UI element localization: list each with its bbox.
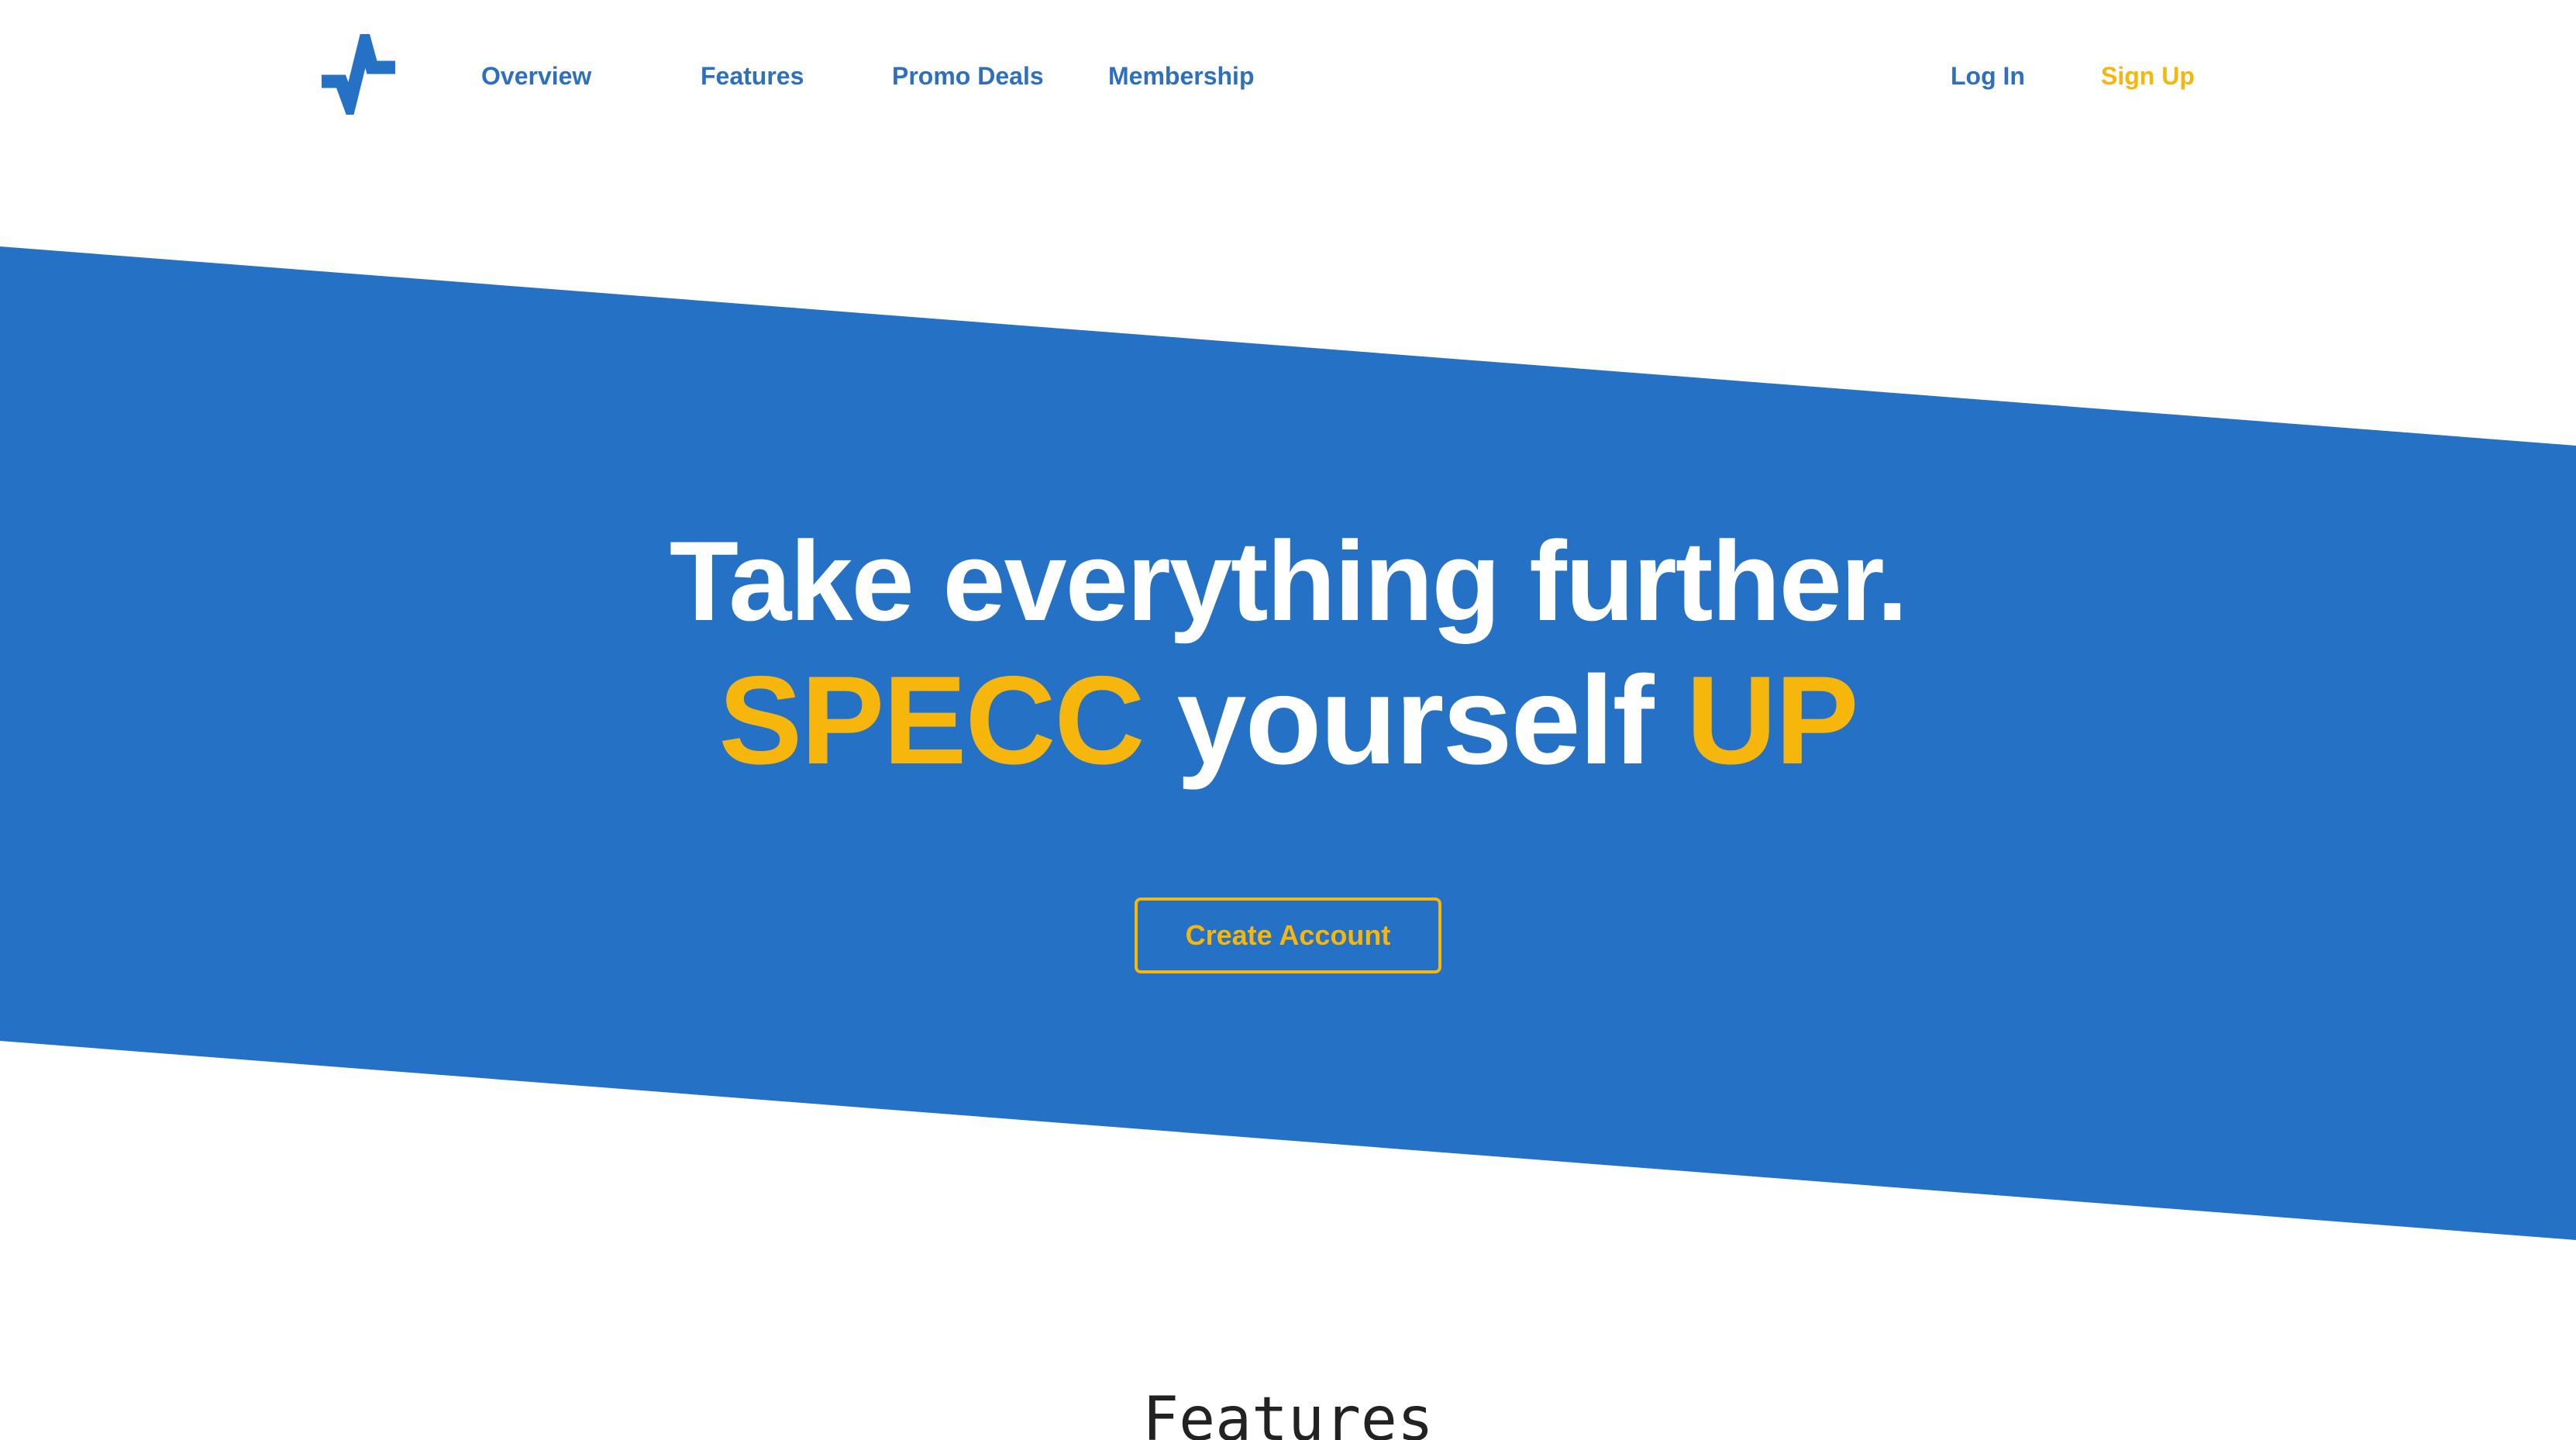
pulse-logo-icon[interactable]: [319, 34, 400, 115]
signup-link[interactable]: Sign Up: [2101, 57, 2195, 95]
features-section-title: Features: [1142, 1385, 1434, 1440]
login-link[interactable]: Log In: [1951, 57, 2025, 95]
hero-accent-up: UP: [1686, 650, 1859, 791]
hero-headline: Take everything further.: [669, 518, 1908, 644]
nav-link-overview[interactable]: Overview: [481, 57, 591, 95]
top-navigation: Overview Features Promo Deals Membership…: [0, 0, 2576, 147]
nav-link-features[interactable]: Features: [701, 57, 804, 95]
hero-content: Take everything further. SPECC yourself …: [0, 515, 2576, 794]
nav-link-promo-deals[interactable]: Promo Deals: [892, 57, 1044, 95]
create-account-button[interactable]: Create Account: [1135, 897, 1441, 973]
nav-link-membership[interactable]: Membership: [1108, 57, 1254, 95]
hero-word-yourself: yourself: [1176, 650, 1654, 791]
landing-page: Overview Features Promo Deals Membership…: [0, 0, 2576, 1440]
hero-accent-specc: SPECC: [718, 650, 1145, 791]
hero-subheadline: SPECC yourself UP: [0, 648, 2576, 794]
